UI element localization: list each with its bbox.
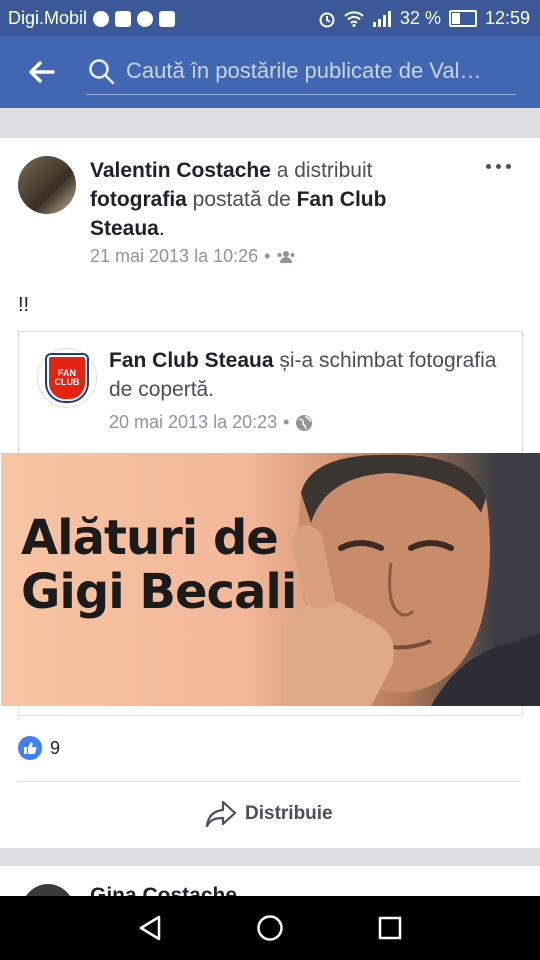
clock: 12:59 xyxy=(484,8,530,28)
shared-meta-separator: • xyxy=(283,412,290,432)
meta-separator: • xyxy=(264,246,271,266)
carrier-label: Digi.Mobil xyxy=(8,8,88,28)
period: . xyxy=(158,217,165,240)
cover-photo[interactable]: Alături de Gigi Becali xyxy=(1,453,540,706)
nav-home-button[interactable] xyxy=(254,912,286,944)
share-arrow-icon xyxy=(205,800,237,828)
search-bar xyxy=(86,50,516,95)
reactions-summary[interactable]: 9 xyxy=(18,736,60,760)
post-text: !! xyxy=(18,294,30,316)
share-button[interactable]: Distribuie xyxy=(205,800,333,828)
more-options-button[interactable] xyxy=(486,164,514,174)
author-name[interactable]: Valentin Costache xyxy=(90,159,271,182)
search-icon xyxy=(89,59,115,85)
crest-text: FAN CLUB xyxy=(54,368,80,387)
battery-percent: 32 % xyxy=(399,8,441,28)
nav-recents-button[interactable] xyxy=(374,912,406,944)
like-icon xyxy=(18,736,42,760)
post-meta: 21 mai 2013 la 10:26 • xyxy=(90,246,296,267)
messenger-icon xyxy=(93,10,110,27)
share-label: Distribuie xyxy=(245,803,333,824)
shared-page-link[interactable]: Fan Club Steaua xyxy=(109,349,274,372)
nav-back-button[interactable] xyxy=(134,912,166,944)
battery-icon xyxy=(448,10,477,27)
cover-photo-caption: Alături de Gigi Becali xyxy=(21,510,297,620)
shared-object-link[interactable]: fotografia xyxy=(90,188,187,211)
music-app-icon xyxy=(137,10,154,27)
shared-timestamp[interactable]: 20 mai 2013 la 20:23 xyxy=(109,412,277,433)
post-header: Valentin Costache a distribuit fotografi… xyxy=(90,156,460,243)
action-text: a distribuit xyxy=(276,159,373,182)
back-button[interactable] xyxy=(24,56,58,88)
shared-post-header: Fan Club Steaua și-a schimbat fotografia… xyxy=(109,346,499,404)
cover-portrait-image xyxy=(281,454,540,706)
search-input[interactable] xyxy=(126,56,506,86)
shared-post-meta: 20 mai 2013 la 20:23 • xyxy=(109,412,313,433)
facebook-icon xyxy=(115,10,132,27)
triangle-back-icon xyxy=(139,915,161,941)
search-header xyxy=(0,36,540,108)
cover-text-line2: Gigi Becali xyxy=(21,564,297,620)
fan-club-crest-logo: FAN CLUB xyxy=(47,355,87,401)
globe-icon xyxy=(296,414,313,431)
avatar[interactable] xyxy=(18,156,76,214)
system-navigation-bar xyxy=(0,896,540,960)
post-card: Valentin Costache a distribuit fotografi… xyxy=(0,138,540,848)
post-timestamp[interactable]: 21 mai 2013 la 10:26 xyxy=(90,246,258,267)
page-avatar[interactable]: FAN CLUB xyxy=(37,348,97,408)
posted-by-text: postată de xyxy=(192,188,291,211)
divider xyxy=(18,781,521,782)
like-count: 9 xyxy=(50,737,61,758)
square-recents-icon xyxy=(378,916,402,940)
wifi-icon xyxy=(344,10,364,27)
signal-icon xyxy=(372,10,391,27)
alarm-icon xyxy=(319,12,335,27)
friends-icon xyxy=(277,250,295,263)
circle-home-icon xyxy=(257,915,283,941)
shared-post[interactable]: FAN CLUB Fan Club Steaua și-a schimbat f… xyxy=(1,331,540,716)
cover-text-line1: Alături de xyxy=(21,510,279,566)
status-bar: Digi.Mobil 32 % 12:59 xyxy=(0,0,540,36)
back-arrow-icon xyxy=(29,61,55,83)
youtube-icon xyxy=(159,10,176,27)
